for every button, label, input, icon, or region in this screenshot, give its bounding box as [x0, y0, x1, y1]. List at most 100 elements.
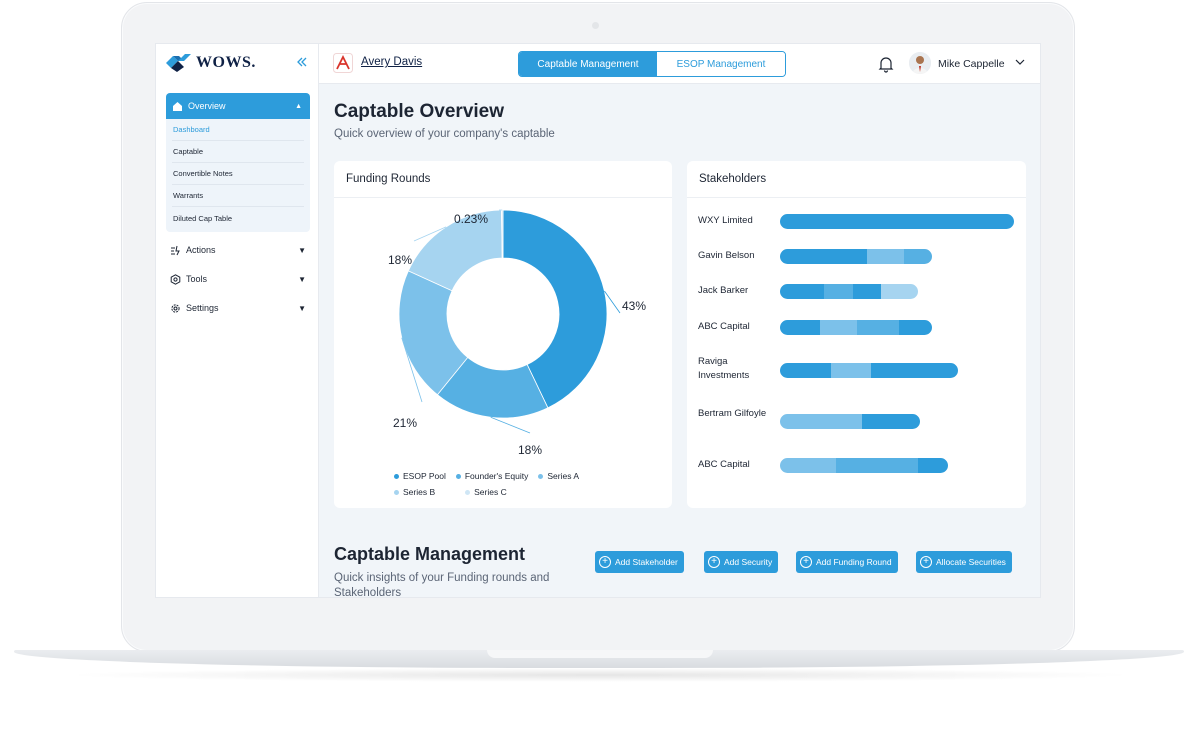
top-header: Avery Davis Captable Management ESOP Man…	[319, 44, 1040, 84]
sidebar-subitem-captable[interactable]: Captable	[172, 141, 304, 163]
bar-segment	[852, 284, 881, 299]
chevrons-left-icon[interactable]	[296, 56, 308, 71]
tab-esop-management[interactable]: ESOP Management	[657, 52, 785, 76]
stakeholder-bar[interactable]	[780, 414, 921, 429]
sidebar-item-overview[interactable]: Overview ▲	[166, 93, 310, 119]
company-logo-icon	[333, 53, 353, 73]
sidebar: WOWS. Overview ▲ Dashboard Captable Conv…	[156, 44, 319, 597]
bar-segment	[780, 414, 862, 429]
bell-icon[interactable]	[877, 55, 895, 73]
laptop-shadow	[60, 668, 1140, 682]
legend-label: Series B	[403, 487, 436, 497]
sidebar-subitem-diluted-cap-table[interactable]: Diluted Cap Table	[172, 207, 304, 229]
donut-slice[interactable]	[501, 209, 504, 259]
stakeholder-bar[interactable]	[780, 363, 958, 378]
sidebar-item-tools[interactable]: Tools ▼	[170, 269, 306, 289]
laptop-notch	[487, 650, 713, 658]
bar-segment	[780, 363, 832, 378]
legend-swatch	[394, 473, 399, 479]
bar-segment	[780, 320, 820, 335]
funding-rounds-card: Funding Rounds 43% 18% 21% 18% 0.23% ESOP Po…	[334, 161, 672, 508]
wows-logo-icon	[166, 54, 191, 72]
legend-item: ESOP Pool	[394, 471, 446, 481]
plus-circle-icon: +	[800, 556, 812, 568]
plus-circle-icon: +	[599, 556, 611, 568]
stakeholder-name: Raviga Investments	[698, 356, 750, 381]
bar-segment	[780, 458, 837, 473]
management-tabs: Captable Management ESOP Management	[518, 51, 786, 77]
caret-up-icon: ▲	[295, 102, 302, 110]
add-funding-round-button[interactable]: + Add Funding Round	[796, 551, 898, 573]
stakeholder-name: WXY Limited	[698, 215, 753, 226]
leader-line	[490, 416, 531, 434]
bar-segment	[780, 249, 867, 264]
sidebar-item-settings[interactable]: Settings ▼	[170, 298, 306, 318]
sidebar-item-label: Actions	[186, 245, 216, 255]
bar-segment	[871, 363, 958, 378]
plus-circle-icon: +	[708, 556, 720, 568]
company-name[interactable]: Avery Davis	[361, 56, 422, 68]
legend-swatch	[465, 489, 471, 495]
actions-icon	[171, 245, 180, 255]
stakeholder-name: ABC Capital	[698, 321, 750, 332]
slice-label: 21%	[393, 416, 417, 430]
brand-name: WOWS.	[196, 54, 256, 71]
bar-segment	[918, 458, 949, 473]
home-icon	[173, 101, 182, 111]
bar-segment	[824, 284, 853, 299]
section-subtitle: Quick insights of your Funding rounds an…	[334, 572, 550, 598]
legend-item: Series A	[538, 471, 579, 481]
sidebar-subitem-dashboard[interactable]: Dashboard	[172, 119, 304, 141]
legend-label: ESOP Pool	[403, 471, 446, 481]
plus-circle-icon: +	[920, 556, 932, 568]
avatar[interactable]	[909, 52, 931, 74]
legend-label: Founder's Equity	[464, 471, 529, 481]
caret-down-icon: ▼	[298, 274, 306, 284]
stakeholder-name: Gavin Belson	[698, 250, 755, 261]
sidebar-item-label: Overview	[188, 101, 226, 111]
gear-icon	[171, 303, 180, 313]
stakeholder-bar[interactable]	[780, 320, 933, 335]
hexagon-icon	[170, 273, 181, 285]
tab-captable-management[interactable]: Captable Management	[519, 52, 657, 76]
caret-down-icon: ▼	[298, 245, 306, 255]
bar-segment	[861, 414, 921, 429]
button-label: Add Funding Round	[816, 557, 892, 567]
app-screen: WOWS. Overview ▲ Dashboard Captable Conv…	[155, 43, 1041, 598]
stakeholder-name: Jack Barker	[698, 285, 749, 296]
legend-label: Series A	[547, 471, 580, 481]
stakeholder-bar[interactable]	[780, 284, 919, 299]
bar-segment	[880, 284, 919, 299]
bar-segment	[899, 320, 933, 335]
add-stakeholder-button[interactable]: + Add Stakeholder	[595, 551, 684, 573]
stakeholder-bar[interactable]	[780, 249, 933, 264]
legend-item: Series C	[465, 487, 507, 497]
sidebar-subitem-warrants[interactable]: Warrants	[172, 185, 304, 207]
brand-logo[interactable]: WOWS.	[166, 54, 256, 72]
stakeholder-name: ABC Capital	[698, 459, 750, 470]
chevron-down-icon[interactable]	[1015, 57, 1025, 70]
allocate-securities-button[interactable]: + Allocate Securities	[916, 551, 1012, 573]
overview-submenu: Dashboard Captable Convertible Notes War…	[166, 119, 310, 232]
user-name[interactable]: Mike Cappelle	[938, 58, 1005, 70]
button-label: Add Security	[724, 557, 773, 567]
section-title: Captable Management	[334, 544, 526, 564]
sidebar-subitem-convertible-notes[interactable]: Convertible Notes	[172, 163, 304, 185]
bar-segment	[819, 320, 858, 335]
stakeholder-bar[interactable]	[780, 458, 949, 473]
divider	[687, 197, 1026, 198]
stakeholders-card: Stakeholders WXY Limited Gavin Belson Jack…	[687, 161, 1026, 508]
bar-segment	[780, 284, 825, 299]
stakeholder-bar[interactable]	[780, 214, 1014, 229]
legend-swatch	[394, 489, 399, 495]
legend-item: Founder's Equity	[455, 471, 529, 481]
caret-down-icon: ▼	[298, 303, 306, 313]
slice-label: 43%	[622, 299, 646, 313]
page-title: Captable Overview	[334, 101, 505, 122]
sidebar-item-actions[interactable]: Actions ▼	[170, 240, 306, 260]
add-security-button[interactable]: + Add Security	[704, 551, 779, 573]
bar-segment	[780, 214, 1014, 229]
stakeholder-name: Bertram Gilfoyle	[698, 408, 767, 419]
legend-label: Series C	[474, 487, 507, 497]
funding-rounds-donut-chart: 43% 18% 21% 18% 0.23%	[388, 209, 646, 457]
